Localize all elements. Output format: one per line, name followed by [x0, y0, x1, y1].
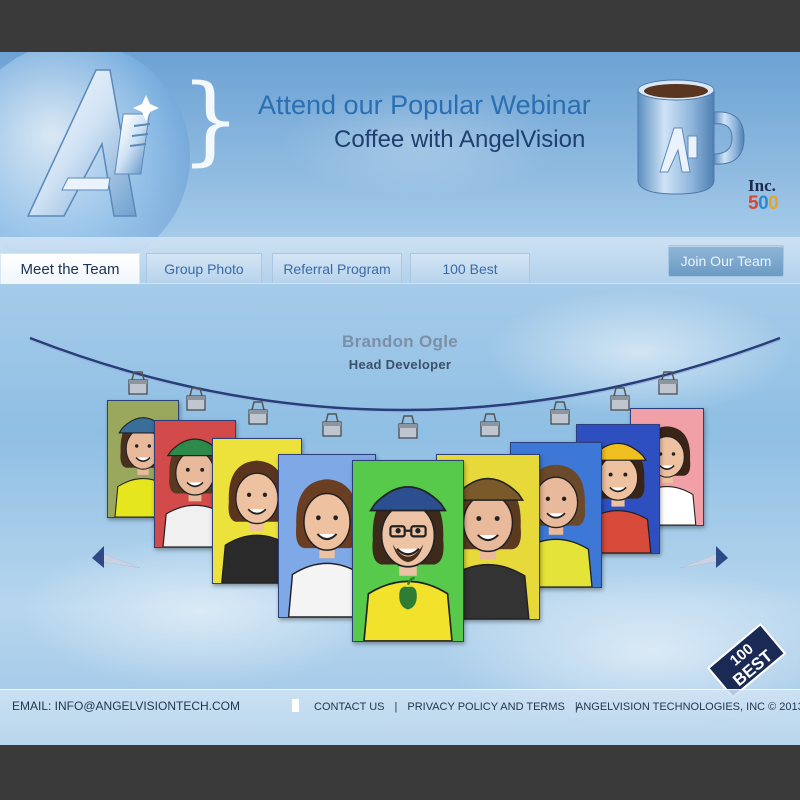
- inc-label: Inc.: [748, 176, 776, 195]
- privacy-policy-link[interactable]: PRIVACY POLICY AND TERMS: [407, 701, 565, 713]
- header-banner: } Attend our Popular Webinar Coffee with…: [0, 52, 800, 272]
- 100-best-badge-icon[interactable]: 100 BEST: [706, 620, 786, 700]
- tab-meet-the-team[interactable]: Meet the Team: [0, 253, 140, 284]
- footer-email[interactable]: EMAIL: INFO@ANGELVISIONTECH.COM: [12, 699, 240, 713]
- inc-number: 500: [748, 193, 779, 214]
- tab-100-best[interactable]: 100 Best: [410, 253, 530, 283]
- binder-clip-icon: [186, 387, 206, 411]
- join-our-team-button[interactable]: Join Our Team: [668, 245, 784, 277]
- tab-group-photo[interactable]: Group Photo: [146, 253, 262, 283]
- binder-clip-icon: [248, 401, 268, 425]
- binder-clip-icon: [550, 401, 570, 425]
- footer-copyright: ANGELVISION TECHNOLOGIES, INC © 2013: [576, 701, 800, 713]
- binder-clip-icon: [322, 413, 342, 437]
- tab-referral-program[interactable]: Referral Program: [272, 253, 402, 283]
- binder-clip-icon: [610, 387, 630, 411]
- team-caricature-card[interactable]: [352, 460, 464, 642]
- footer-links: CONTACT US | PRIVACY POLICY AND TERMS |: [314, 701, 588, 713]
- footer-divider: [0, 689, 800, 690]
- angelvision-coffee-mug-icon[interactable]: [632, 72, 752, 202]
- page-frame: } Attend our Popular Webinar Coffee with…: [0, 52, 800, 745]
- webinar-subheadline[interactable]: Coffee with AngelVision: [334, 126, 585, 154]
- binder-clip-icon: [128, 371, 148, 395]
- featured-person-name: Brandon Ogle: [342, 332, 458, 351]
- angelvision-a-logo-icon[interactable]: [18, 66, 168, 226]
- binder-clip-icon: [480, 413, 500, 437]
- inc-500-badge: Inc. 500: [748, 176, 779, 214]
- brace-divider: }: [180, 64, 242, 176]
- webinar-headline[interactable]: Attend our Popular Webinar: [258, 90, 591, 121]
- binder-clip-icon: [398, 415, 418, 439]
- arrow-left-icon[interactable]: [90, 542, 142, 570]
- binder-clip-icon: [658, 371, 678, 395]
- arrow-right-icon[interactable]: [678, 542, 730, 570]
- contact-us-link[interactable]: CONTACT US: [314, 701, 385, 713]
- featured-person-title: Head Developer: [348, 357, 452, 372]
- footer-pipe: |: [394, 701, 398, 713]
- footer: EMAIL: INFO@ANGELVISIONTECH.COM CONTACT …: [0, 689, 800, 745]
- footer-separator-bar: [292, 699, 299, 712]
